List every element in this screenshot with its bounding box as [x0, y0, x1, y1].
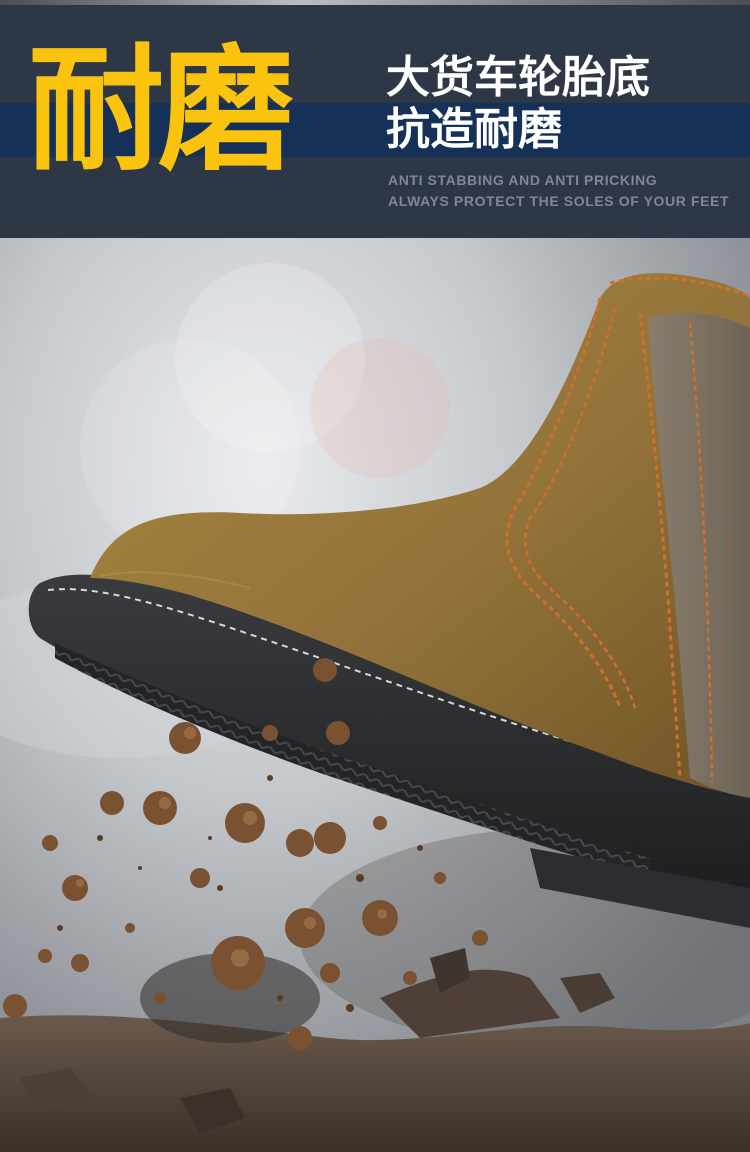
product-photo: [0, 238, 750, 1152]
feature-title: 耐磨: [28, 32, 294, 190]
header-banner: 耐磨 大货车轮胎底 抗造耐磨 ANTI STABBING AND ANTI PR…: [0, 0, 750, 238]
english-tagline-2: ALWAYS PROTECT THE SOLES OF YOUR FEET: [388, 193, 730, 209]
subtitle-line-2: 抗造耐磨: [386, 104, 562, 155]
banner-top-edge: [0, 0, 750, 5]
subtitle-line-1: 大货车轮胎底: [386, 52, 650, 103]
english-tagline-1: ANTI STABBING AND ANTI PRICKING: [388, 172, 658, 188]
boot-illustration: [0, 238, 750, 1152]
